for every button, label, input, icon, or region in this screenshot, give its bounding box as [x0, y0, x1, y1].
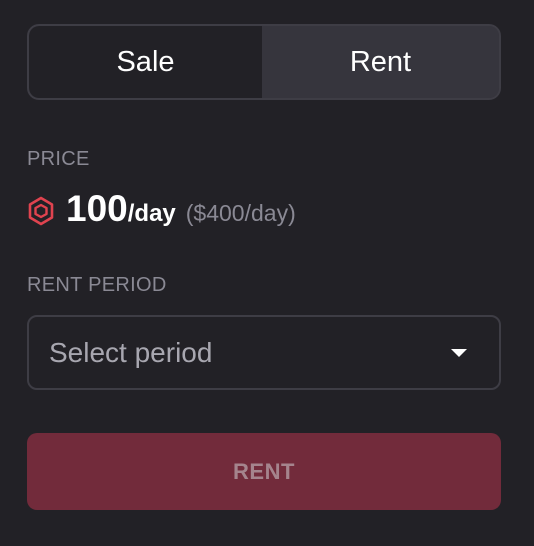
- rent-button[interactable]: RENT: [27, 433, 501, 510]
- caret-down-icon: [451, 348, 467, 357]
- tab-rent[interactable]: Rent: [262, 26, 499, 98]
- rent-period-label: RENT PERIOD: [27, 274, 167, 296]
- tab-sale[interactable]: Sale: [29, 26, 262, 98]
- price-unit: /day: [127, 200, 176, 227]
- rent-panel: Sale Rent PRICE 100 /day ($400/day) RENT…: [0, 0, 534, 546]
- price-display: 100 /day ($400/day): [27, 188, 296, 232]
- price-usd: ($400/day): [185, 200, 296, 226]
- rent-period-select[interactable]: Select period: [27, 315, 501, 390]
- rent-period-placeholder: Select period: [49, 336, 213, 368]
- hexagon-token-icon: [28, 196, 54, 226]
- price-label: PRICE: [27, 148, 90, 170]
- sale-rent-toggle: Sale Rent: [27, 24, 501, 100]
- price-amount: 100: [66, 188, 128, 229]
